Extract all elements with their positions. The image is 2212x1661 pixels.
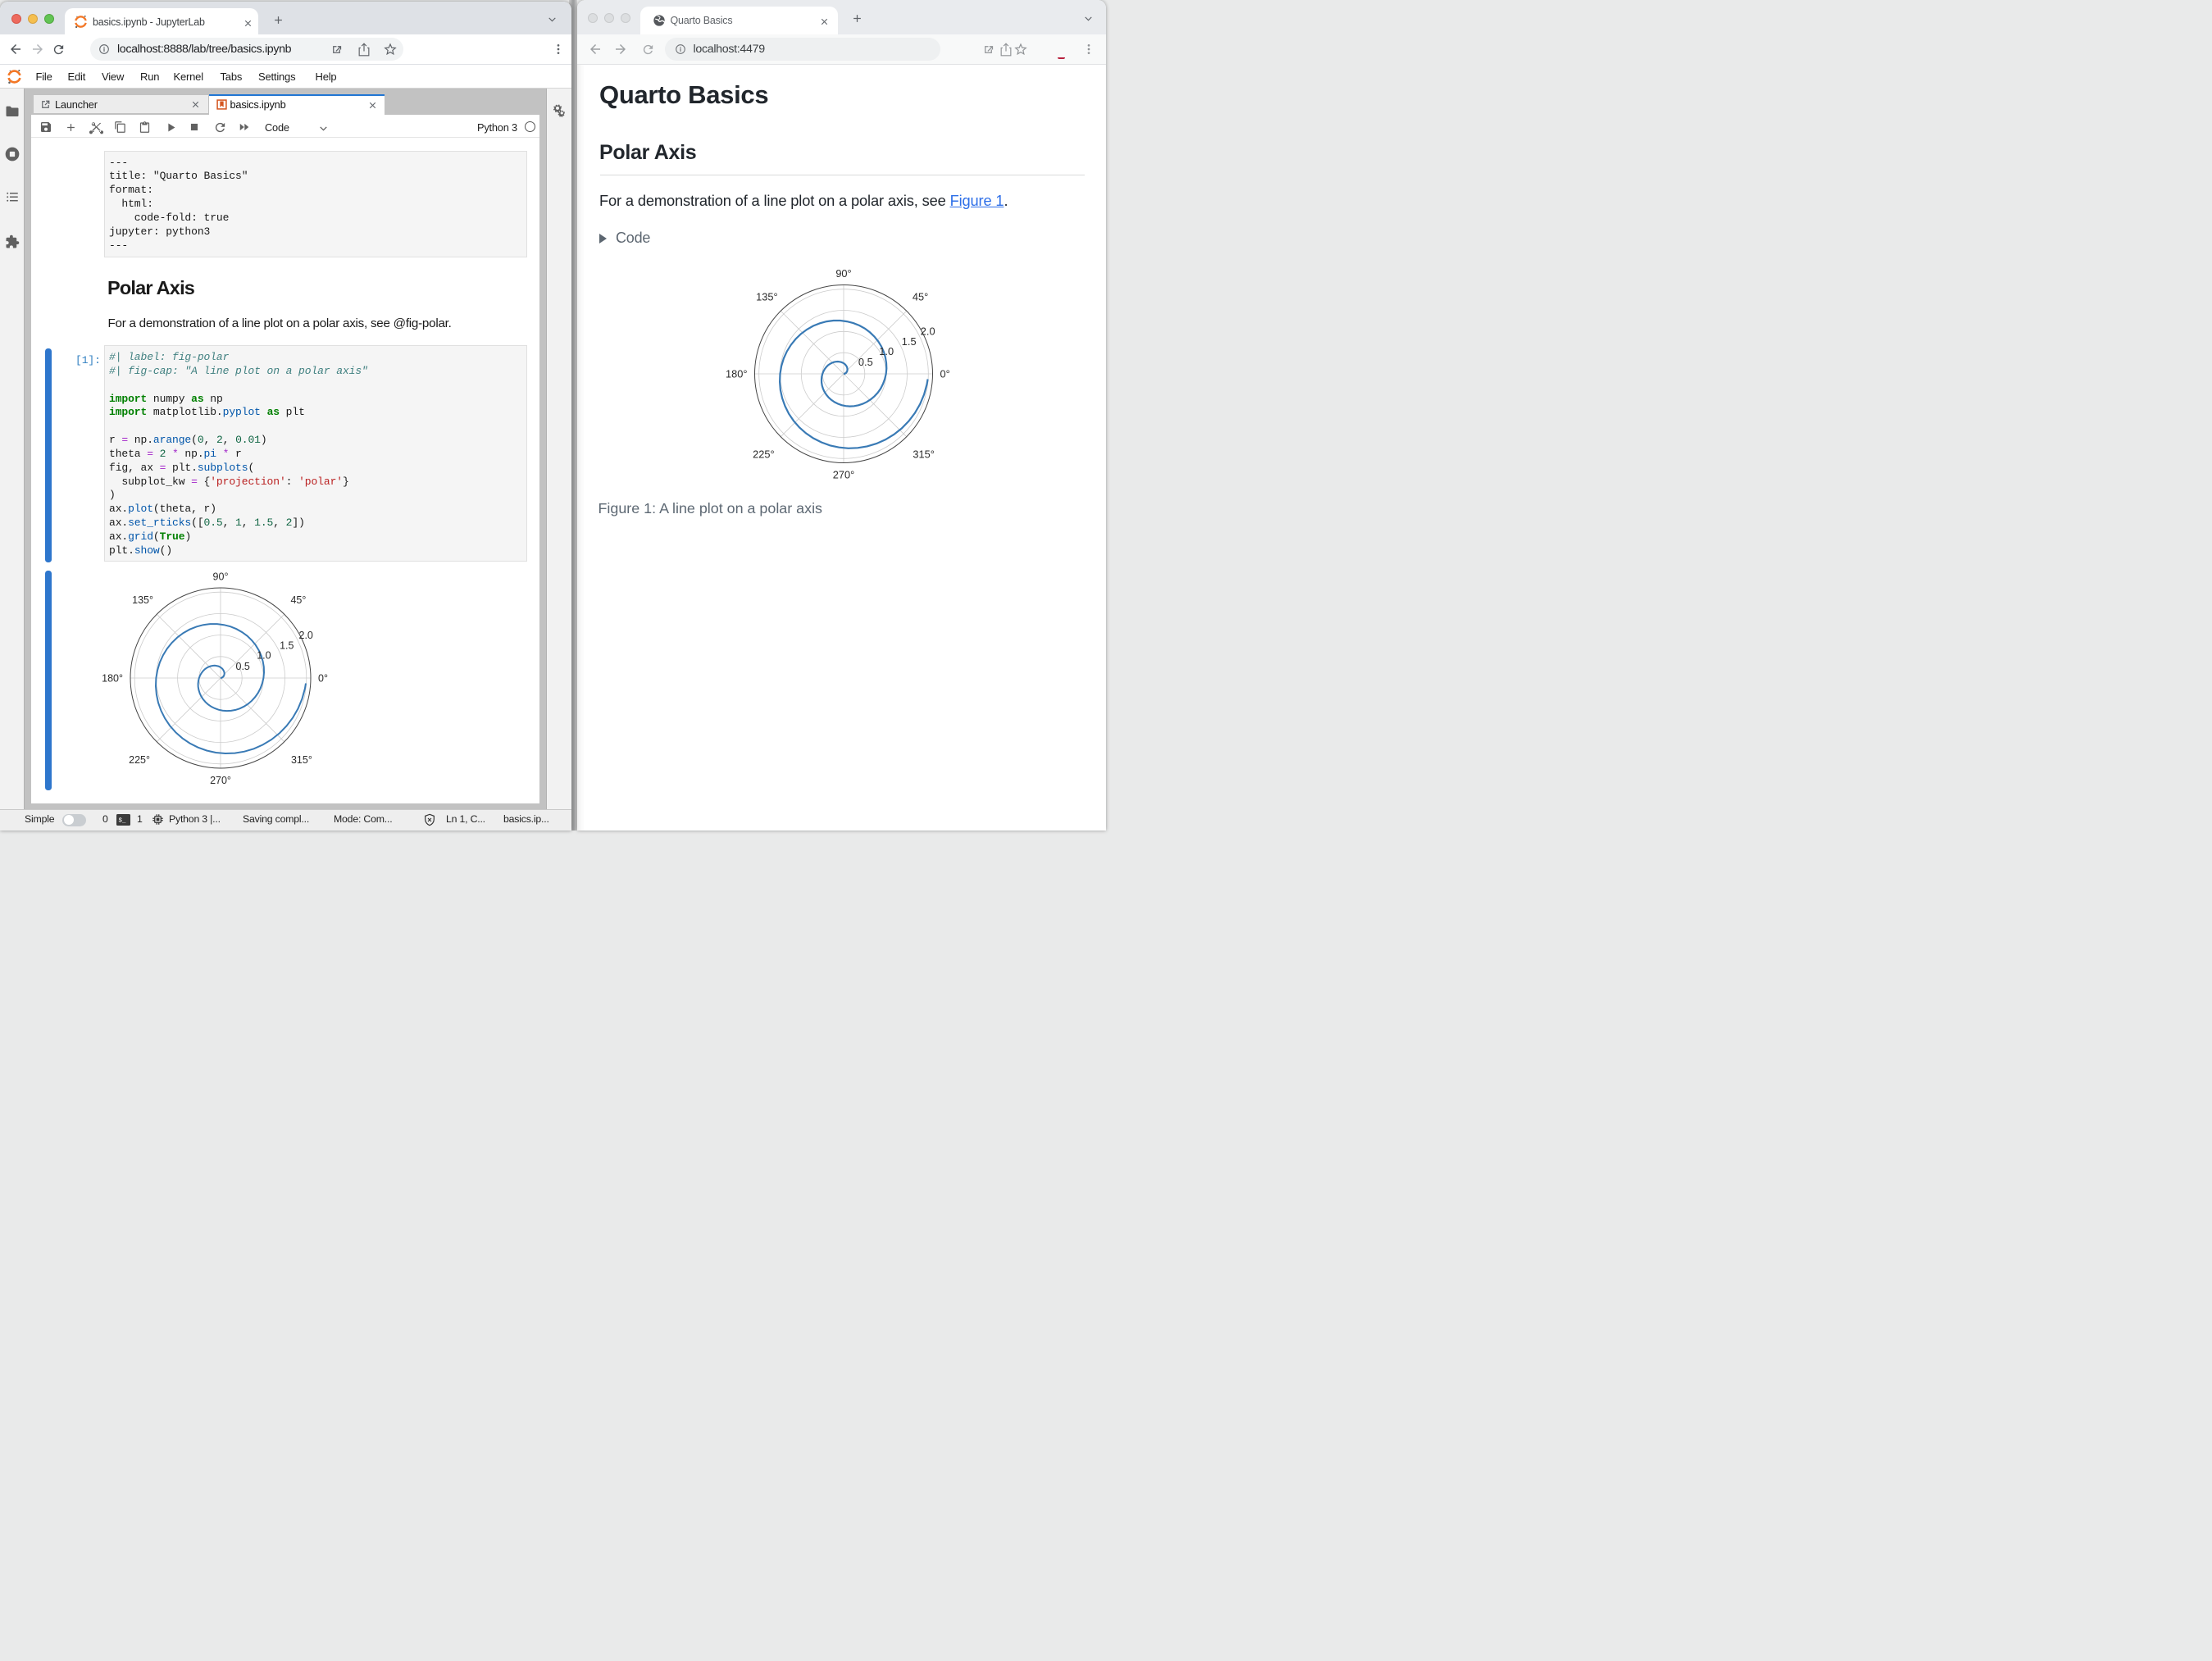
svg-text:45°: 45° <box>290 594 306 606</box>
svg-text:0.5: 0.5 <box>858 356 873 368</box>
svg-text:$_: $_ <box>119 817 127 824</box>
svg-text:270°: 270° <box>210 775 231 786</box>
svg-text:135°: 135° <box>756 290 777 303</box>
svg-text:270°: 270° <box>833 468 854 480</box>
svg-text:1.5: 1.5 <box>902 335 917 348</box>
svg-text:1.0: 1.0 <box>257 649 271 661</box>
svg-text:0.5: 0.5 <box>236 660 250 671</box>
svg-text:90°: 90° <box>213 571 229 582</box>
svg-text:0°: 0° <box>318 672 328 684</box>
svg-text:180°: 180° <box>726 368 747 380</box>
svg-text:315°: 315° <box>291 753 312 765</box>
svg-text:1.5: 1.5 <box>280 639 294 651</box>
svg-text:225°: 225° <box>753 448 774 460</box>
svg-text:45°: 45° <box>913 290 928 303</box>
svg-text:225°: 225° <box>129 753 150 765</box>
svg-text:1.0: 1.0 <box>880 345 894 357</box>
svg-text:0°: 0° <box>940 368 950 380</box>
svg-text:315°: 315° <box>913 448 935 460</box>
svg-text:90°: 90° <box>836 267 852 280</box>
svg-text:2.0: 2.0 <box>299 629 313 640</box>
svg-text:180°: 180° <box>102 672 123 684</box>
svg-text:2.0: 2.0 <box>921 325 935 337</box>
svg-text:135°: 135° <box>132 594 153 606</box>
